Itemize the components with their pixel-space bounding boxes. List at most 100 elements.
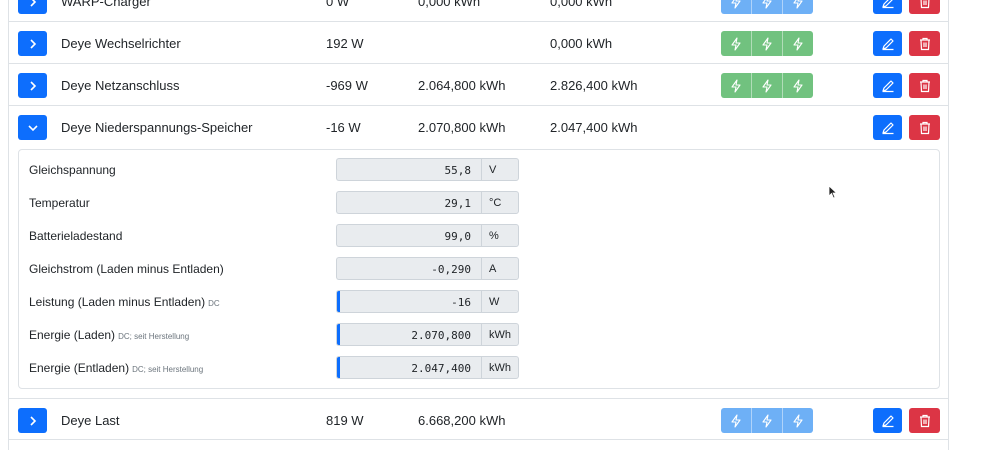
meter-name: Deye Netzanschluss <box>61 78 180 93</box>
edit-button[interactable] <box>873 31 902 56</box>
delete-button[interactable] <box>909 31 940 56</box>
lightning-bolt-icon <box>721 408 751 433</box>
lightning-bolt-icon <box>751 31 782 56</box>
lightning-bolt-icon <box>782 408 813 433</box>
meter-name: Deye Niederspannungs-Speicher <box>61 120 253 135</box>
detail-label: Gleichstrom (Laden minus Entladen) <box>29 262 224 276</box>
meter-power: 192 W <box>326 36 364 51</box>
detail-row: Gleichstrom (Laden minus Entladen) -0,29… <box>19 252 939 285</box>
detail-hint: DC; seit Herstellung <box>132 365 204 374</box>
pencil-icon <box>881 79 894 92</box>
chevron-right-icon <box>29 80 36 91</box>
phase-indicator <box>721 0 813 14</box>
meter-row: Deye Wechselrichter 192 W 0,000 kWh <box>9 22 948 64</box>
detail-unit: °C <box>481 191 519 214</box>
detail-unit: % <box>481 224 519 247</box>
meter-power: -16 W <box>326 120 361 135</box>
pencil-icon <box>881 121 894 134</box>
delete-button[interactable] <box>909 408 940 433</box>
pencil-icon <box>881 414 894 427</box>
detail-label: Temperatur <box>29 196 90 210</box>
meter-name: WARP-Charger <box>61 0 151 9</box>
detail-label: Batterieladestand <box>29 229 123 243</box>
collapse-button[interactable] <box>18 115 47 140</box>
lightning-bolt-icon <box>782 0 813 14</box>
trash-icon <box>919 37 930 50</box>
lightning-bolt-icon <box>751 408 782 433</box>
meter-power: -969 W <box>326 78 368 93</box>
lightning-bolt-icon <box>721 73 751 98</box>
meter-power: 0 W <box>326 0 350 9</box>
expand-button[interactable] <box>18 0 47 14</box>
detail-value: 99,0 <box>336 224 481 247</box>
detail-unit: W <box>481 290 519 313</box>
detail-hint: DC; seit Herstellung <box>118 332 190 341</box>
meter-row: Deye Netzanschluss -969 W 2.064,800 kWh … <box>9 64 948 106</box>
lightning-bolt-icon <box>782 31 813 56</box>
meter-energy-import: 2.064,800 kWh <box>418 78 506 93</box>
delete-button[interactable] <box>909 0 940 14</box>
meter-energy-export: 0,000 kWh <box>550 36 613 51</box>
lightning-bolt-icon <box>721 31 751 56</box>
lightning-bolt-icon <box>721 0 751 14</box>
value-bar <box>337 291 340 312</box>
meter-name: Deye Wechselrichter <box>61 36 181 51</box>
detail-unit: V <box>481 158 519 181</box>
edit-button[interactable] <box>873 408 902 433</box>
delete-button[interactable] <box>909 115 940 140</box>
trash-icon <box>919 121 930 134</box>
detail-value: 2.047,400 <box>336 356 481 379</box>
meter-list: WARP-Charger 0 W 0,000 kWh 0,000 kWh Dey… <box>8 0 949 450</box>
detail-value: -0,290 <box>336 257 481 280</box>
edit-button[interactable] <box>873 115 902 140</box>
detail-value: -16 <box>336 290 481 313</box>
detail-unit: A <box>481 257 519 280</box>
detail-value: 29,1 <box>336 191 481 214</box>
mouse-cursor-icon <box>828 185 838 199</box>
detail-value: 2.070,800 <box>336 323 481 346</box>
meter-energy-export: 0,000 kWh <box>550 0 613 9</box>
detail-row: Batterieladestand 99,0 % <box>19 219 939 252</box>
trash-icon <box>919 79 930 92</box>
edit-button[interactable] <box>873 73 902 98</box>
meter-row-expanded: Deye Niederspannungs-Speicher -16 W 2.07… <box>9 106 948 148</box>
meter-energy-import: 0,000 kWh <box>418 0 481 9</box>
pencil-icon <box>881 37 894 50</box>
phase-indicator <box>721 31 813 56</box>
expand-button[interactable] <box>18 73 47 98</box>
trash-icon <box>920 0 929 8</box>
lightning-bolt-icon <box>751 73 782 98</box>
meter-details-panel: Gleichspannung 55,8 V Temperatur 29,1 °C… <box>18 149 940 389</box>
edit-button[interactable] <box>873 0 902 14</box>
value-bar <box>337 324 340 345</box>
phase-indicator <box>721 73 813 98</box>
chevron-right-icon <box>29 415 36 426</box>
phase-indicator <box>721 408 813 433</box>
detail-unit: kWh <box>481 356 519 379</box>
detail-value: 55,8 <box>336 158 481 181</box>
detail-unit: kWh <box>481 323 519 346</box>
meter-energy-import: 6.668,200 kWh <box>418 413 506 428</box>
chevron-right-icon <box>29 0 36 7</box>
chevron-right-icon <box>29 38 36 49</box>
detail-row: Energie (Laden) DC; seit Herstellung 2.07… <box>19 318 939 351</box>
expand-button[interactable] <box>18 408 47 433</box>
detail-label: Gleichspannung <box>29 163 116 177</box>
lightning-bolt-icon <box>751 0 782 14</box>
lightning-bolt-icon <box>782 73 813 98</box>
detail-row: Gleichspannung 55,8 V <box>19 153 939 186</box>
detail-row: Temperatur 29,1 °C <box>19 186 939 219</box>
detail-hint: DC <box>208 299 220 308</box>
pencil-icon <box>881 0 893 8</box>
meter-energy-export: 2.047,400 kWh <box>550 120 638 135</box>
meter-power: 819 W <box>326 413 364 428</box>
delete-button[interactable] <box>909 73 940 98</box>
trash-icon <box>919 414 930 427</box>
detail-row: Leistung (Laden minus Entladen) DC -16 W <box>19 285 939 318</box>
chevron-down-icon <box>27 124 38 131</box>
detail-label: Energie (Entladen) DC; seit Herstellung <box>29 361 204 375</box>
meter-energy-export: 2.826,400 kWh <box>550 78 638 93</box>
detail-label: Energie (Laden) DC; seit Herstellung <box>29 328 190 342</box>
meter-energy-import: 2.070,800 kWh <box>418 120 506 135</box>
expand-button[interactable] <box>18 31 47 56</box>
